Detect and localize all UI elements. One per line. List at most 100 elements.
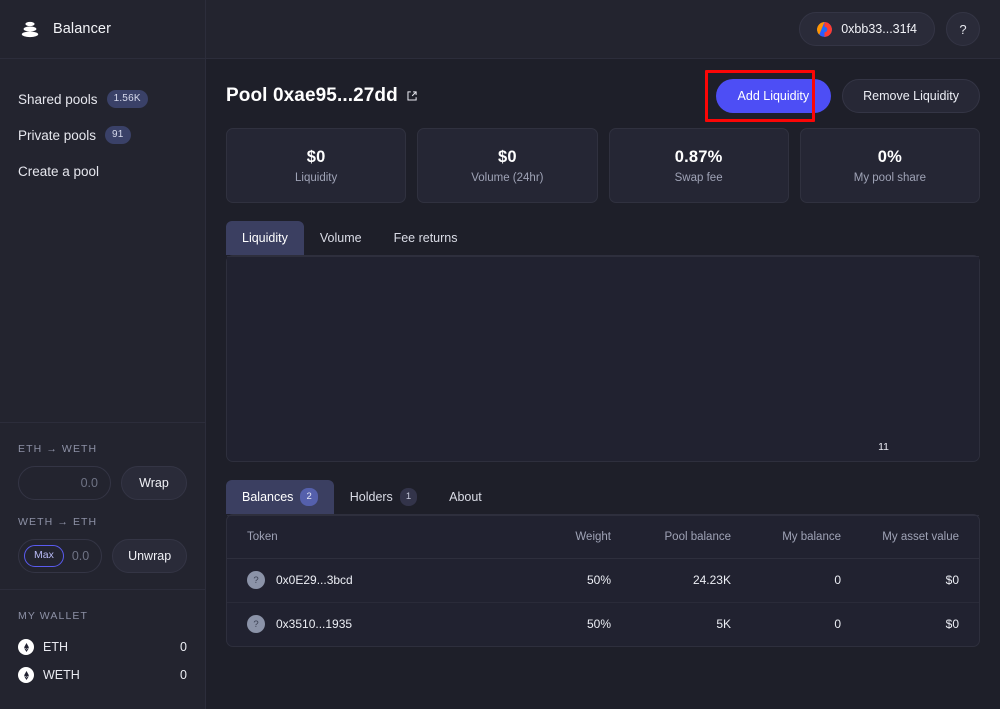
page-header: Pool 0xae95...27dd Add Liquidity Remove … (226, 59, 980, 128)
cell-my-balance: 0 (749, 602, 859, 646)
unwrap-row: Max 0.0 Unwrap (18, 539, 187, 573)
wrap-amount-input[interactable]: 0.0 (18, 466, 111, 500)
add-liquidity-button[interactable]: Add Liquidity (716, 79, 832, 113)
cell-weight: 50% (534, 558, 629, 602)
my-wallet-label: MY WALLET (18, 610, 187, 622)
brand[interactable]: Balancer (0, 0, 205, 59)
main-content: Pool 0xae95...27dd Add Liquidity Remove … (206, 59, 1000, 709)
token-cell: ? 0x3510...1935 (247, 615, 534, 633)
sidebar-nav: Shared pools 1.56K Private pools 91 Crea… (0, 59, 205, 189)
table-row[interactable]: ? 0x0E29...3bcd 50% 24.23K 0 $0 (227, 558, 979, 602)
tab-label: Volume (320, 231, 362, 245)
sidebar-item-create-a-pool[interactable]: Create a pool (0, 153, 205, 189)
cell-my-balance: 0 (749, 558, 859, 602)
sidebar: Balancer Shared pools 1.56K Private pool… (0, 0, 206, 709)
external-link-icon[interactable] (406, 90, 418, 102)
chart-tabs: Liquidity Volume Fee returns (226, 221, 980, 255)
tab-balances[interactable]: Balances 2 (226, 480, 334, 514)
table-body: ? 0x0E29...3bcd 50% 24.23K 0 $0 (227, 558, 979, 646)
sidebar-item-label: Shared pools (18, 92, 98, 107)
help-button[interactable]: ? (946, 12, 980, 46)
sidebar-item-shared-pools[interactable]: Shared pools 1.56K (0, 81, 205, 117)
main-area: 0xbb33...31f4 ? Pool 0xae95...27dd (206, 0, 1000, 709)
sidebar-item-label: Create a pool (18, 164, 99, 179)
unknown-token-icon: ? (247, 615, 265, 633)
col-header-weight: Weight (534, 516, 629, 558)
holders-count-badge: 1 (400, 488, 417, 505)
wallet-token-balance: 0 (180, 668, 187, 682)
brand-name: Balancer (53, 21, 111, 37)
stat-card-swap-fee: 0.87% Swap fee (609, 128, 789, 203)
wallet-token-symbol: WETH (43, 668, 80, 682)
tab-fee-returns[interactable]: Fee returns (378, 221, 474, 255)
stat-value: $0 (498, 148, 517, 167)
wrap-unwrap-section: ETH → WETH 0.0 Wrap WETH → ETH Max 0.0 U… (0, 422, 205, 589)
tab-label: Holders (350, 490, 393, 504)
stat-label: Liquidity (295, 172, 337, 184)
table-row[interactable]: ? 0x3510...1935 50% 5K 0 $0 (227, 602, 979, 646)
page-title: Pool 0xae95...27dd (226, 85, 418, 107)
liquidity-chart[interactable]: 11 (227, 256, 979, 461)
app-root: Balancer Shared pools 1.56K Private pool… (0, 0, 1000, 709)
tab-liquidity[interactable]: Liquidity (226, 221, 304, 255)
wallet-token-balance: 0 (180, 640, 187, 654)
sidebar-item-private-pools[interactable]: Private pools 91 (0, 117, 205, 153)
rainbow-avatar-icon (817, 22, 832, 37)
unknown-token-icon: ? (247, 571, 265, 589)
account-button[interactable]: 0xbb33...31f4 (799, 12, 935, 46)
stat-card-volume: $0 Volume (24hr) (417, 128, 597, 203)
account-address: 0xbb33...31f4 (841, 22, 917, 36)
tab-label: Fee returns (394, 231, 458, 245)
stat-value: $0 (307, 148, 326, 167)
stat-label: My pool share (854, 172, 926, 184)
my-wallet-section: MY WALLET ETH 0 WETH (0, 589, 205, 709)
unwrap-button[interactable]: Unwrap (112, 539, 187, 573)
wrap-label: ETH → WETH (18, 443, 187, 455)
table-header-row: Token Weight Pool balance My balance My … (227, 516, 979, 558)
chart-section: Liquidity Volume Fee returns 11 (226, 221, 980, 462)
stat-value: 0% (878, 148, 902, 167)
stat-label: Swap fee (675, 172, 723, 184)
token-cell: ? 0x0E29...3bcd (247, 571, 534, 589)
col-header-token: Token (227, 516, 534, 558)
balances-tabs: Balances 2 Holders 1 About (226, 480, 980, 514)
tab-label: Balances (242, 490, 293, 504)
ethereum-icon (18, 667, 34, 683)
balances-table: Token Weight Pool balance My balance My … (227, 516, 979, 646)
wallet-token-eth: ETH 0 (18, 633, 187, 661)
balances-count-badge: 2 (300, 488, 317, 505)
page-actions: Add Liquidity Remove Liquidity (716, 79, 980, 113)
stat-card-my-pool-share: 0% My pool share (800, 128, 980, 203)
chart-panel: 11 (226, 255, 980, 462)
wrap-amount-value: 0.0 (81, 476, 98, 490)
cell-pool-balance: 24.23K (629, 558, 749, 602)
token-address: 0x3510...1935 (276, 617, 352, 631)
private-pools-badge: 91 (105, 126, 131, 144)
cell-my-asset-value: $0 (859, 558, 979, 602)
unwrap-max-button[interactable]: Max (24, 545, 64, 567)
wrap-button[interactable]: Wrap (121, 466, 187, 500)
tab-holders[interactable]: Holders 1 (334, 480, 433, 514)
col-header-my-balance: My balance (749, 516, 859, 558)
stat-label: Volume (24hr) (471, 172, 543, 184)
col-header-my-asset-value: My asset value (859, 516, 979, 558)
cell-pool-balance: 5K (629, 602, 749, 646)
unwrap-amount-value: 0.0 (72, 549, 89, 563)
tab-label: Liquidity (242, 231, 288, 245)
token-address: 0x0E29...3bcd (276, 573, 353, 587)
chart-x-tick-label: 11 (878, 441, 889, 453)
topbar: 0xbb33...31f4 ? (206, 0, 1000, 59)
cell-my-asset-value: $0 (859, 602, 979, 646)
balances-panel: Token Weight Pool balance My balance My … (226, 514, 980, 647)
wrap-row: 0.0 Wrap (18, 466, 187, 500)
tab-about[interactable]: About (433, 480, 498, 514)
remove-liquidity-button[interactable]: Remove Liquidity (842, 79, 980, 113)
balances-section: Balances 2 Holders 1 About (226, 480, 980, 647)
pool-stats: $0 Liquidity $0 Volume (24hr) 0.87% Swap… (226, 128, 980, 203)
col-header-pool-balance: Pool balance (629, 516, 749, 558)
sidebar-spacer (0, 189, 205, 422)
tab-volume[interactable]: Volume (304, 221, 378, 255)
unwrap-amount-input[interactable]: Max 0.0 (18, 539, 102, 573)
cell-weight: 50% (534, 602, 629, 646)
stat-value: 0.87% (675, 148, 723, 167)
